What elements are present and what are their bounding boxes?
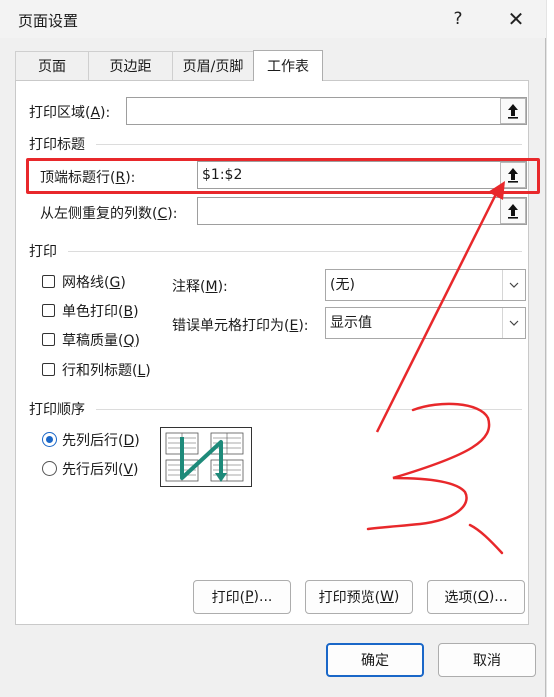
- gridlines-checkbox[interactable]: [42, 275, 55, 288]
- page-order-icon: [160, 427, 252, 487]
- tab-page[interactable]: 页面: [15, 51, 89, 80]
- draft-label[interactable]: 草稿质量(Q): [62, 330, 140, 350]
- gridlines-label[interactable]: 网格线(G): [62, 272, 126, 292]
- chevron-down-icon: [502, 270, 525, 300]
- print-button[interactable]: 打印(P)...: [193, 580, 291, 614]
- collapse-dialog-icon: [508, 104, 518, 119]
- tab-sheet[interactable]: 工作表: [253, 50, 323, 81]
- over-then-down-radio[interactable]: [42, 461, 57, 476]
- group-divider: [96, 409, 522, 410]
- title-cols-input[interactable]: [197, 197, 527, 225]
- page-setup-dialog: 页面设置 ? ✕ 页面 页边距 页眉/页脚 工作表 打印区域(A): 打印标题 …: [0, 0, 546, 697]
- cancel-button[interactable]: 取消: [438, 643, 536, 677]
- options-button[interactable]: 选项(O)...: [427, 580, 525, 614]
- title-cols-collapse-button[interactable]: [500, 198, 526, 224]
- errors-select[interactable]: 显示值: [325, 307, 526, 339]
- errors-label: 错误单元格打印为(E):: [172, 318, 309, 334]
- down-then-over-label[interactable]: 先列后行(D): [62, 430, 140, 450]
- comments-label: 注释(M):: [172, 279, 228, 295]
- down-then-over-radio[interactable]: [42, 432, 57, 447]
- group-divider: [68, 251, 522, 252]
- draft-checkbox[interactable]: [42, 333, 55, 346]
- tab-header-footer[interactable]: 页眉/页脚: [172, 51, 254, 80]
- annotation-highlight-box: [26, 158, 540, 194]
- print-area-input[interactable]: [126, 97, 527, 125]
- headings-checkbox[interactable]: [42, 363, 55, 376]
- page-order-group: 打印顺序: [29, 402, 85, 418]
- print-area-collapse-button[interactable]: [500, 98, 526, 124]
- close-icon[interactable]: ✕: [494, 2, 538, 36]
- comments-select[interactable]: (无): [325, 269, 526, 301]
- over-then-down-label[interactable]: 先行后列(V): [62, 459, 139, 479]
- group-divider: [96, 144, 522, 145]
- ok-button[interactable]: 确定: [326, 643, 424, 677]
- title-cols-label: 从左侧重复的列数(C):: [40, 206, 178, 222]
- collapse-dialog-icon: [508, 204, 518, 219]
- dialog-title: 页面设置: [18, 12, 79, 30]
- mono-checkbox[interactable]: [42, 304, 55, 317]
- print-area-label: 打印区域(A):: [29, 105, 111, 121]
- mono-label[interactable]: 单色打印(B): [62, 301, 139, 321]
- chevron-down-icon: [502, 308, 525, 338]
- print-titles-group: 打印标题: [29, 137, 85, 153]
- help-icon[interactable]: ?: [436, 2, 480, 36]
- title-bar: 页面设置 ? ✕: [0, 0, 546, 38]
- print-group: 打印: [29, 244, 57, 260]
- print-preview-button[interactable]: 打印预览(W): [305, 580, 413, 614]
- headings-label[interactable]: 行和列标题(L): [62, 360, 151, 380]
- tab-margins[interactable]: 页边距: [88, 51, 173, 80]
